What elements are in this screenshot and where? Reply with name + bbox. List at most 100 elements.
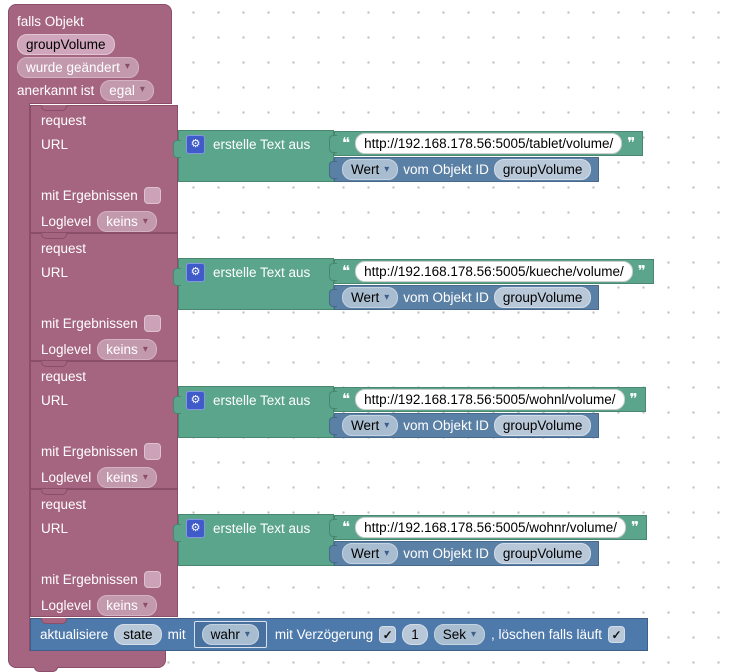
value-type-dropdown[interactable]: Wert ▾ xyxy=(342,543,399,564)
stack-notch xyxy=(41,105,67,111)
update-state-block[interactable]: aktualisiere state mit wahr ▾ mit Verzög… xyxy=(30,618,648,651)
request-url-label: URL xyxy=(41,137,69,152)
value-type-dropdown[interactable]: Wert ▾ xyxy=(342,415,399,436)
stack-notch xyxy=(41,618,67,624)
loglevel-dropdown[interactable]: keins ▾ xyxy=(97,467,157,488)
request-loglevel-label: Loglevel xyxy=(41,470,92,485)
delay-checkbox[interactable]: ✓ xyxy=(379,626,397,643)
delay-unit-dropdown[interactable]: Sek ▾ xyxy=(433,624,485,645)
request-group: request URL mit Ergebnissen Loglevel kei… xyxy=(0,233,736,361)
results-checkbox[interactable] xyxy=(143,571,161,588)
trigger-block-foot[interactable] xyxy=(8,651,166,668)
request-label: request xyxy=(41,497,87,512)
trigger-title: falls Objekt xyxy=(17,13,84,29)
update-state-field[interactable]: state xyxy=(114,624,162,645)
results-checkbox[interactable] xyxy=(143,443,161,460)
text-join-block[interactable]: ⚙ erstelle Text aus xyxy=(173,258,334,310)
results-checkbox[interactable] xyxy=(143,187,161,204)
get-value-block[interactable]: Wert ▾ vom Objekt ID groupVolume xyxy=(329,157,600,182)
text-join-label: erstelle Text aus xyxy=(213,393,311,408)
get-value-block[interactable]: Wert ▾ vom Objekt ID groupVolume xyxy=(329,285,600,310)
request-results-label: mit Ergebnissen xyxy=(41,316,138,331)
trigger-ack-dropdown[interactable]: egal ▾ xyxy=(100,79,154,101)
request-loglevel-label: Loglevel xyxy=(41,598,92,613)
open-quote-icon: ❝ xyxy=(342,519,351,536)
request-group: request URL mit Ergebnissen Loglevel kei… xyxy=(0,489,736,617)
clear-checkbox[interactable]: ✓ xyxy=(608,626,626,643)
value-object-id-field[interactable]: groupVolume xyxy=(493,159,592,180)
request-block[interactable]: request URL mit Ergebnissen Loglevel kei… xyxy=(30,105,178,233)
gear-icon[interactable]: ⚙ xyxy=(186,391,205,410)
connector-tab xyxy=(173,268,181,286)
chevron-down-icon: ▾ xyxy=(139,84,145,95)
request-loglevel-label: Loglevel xyxy=(41,214,92,229)
logic-value-block[interactable]: wahr ▾ xyxy=(193,621,267,648)
chevron-down-icon: ▾ xyxy=(384,291,390,303)
open-quote-icon: ❝ xyxy=(342,135,351,152)
blockly-workspace: falls Objekt groupVolume wurde geändert … xyxy=(0,0,736,672)
trigger-block-bottom-tab xyxy=(34,667,58,672)
value-type-dropdown[interactable]: Wert ▾ xyxy=(342,287,399,308)
request-results-label: mit Ergebnissen xyxy=(41,444,138,459)
request-block[interactable]: request URL mit Ergebnissen Loglevel kei… xyxy=(30,233,178,361)
results-checkbox[interactable] xyxy=(143,315,161,332)
close-quote-icon: ❞ xyxy=(629,391,638,408)
open-quote-icon: ❝ xyxy=(342,391,351,408)
value-type-dropdown[interactable]: Wert ▾ xyxy=(342,159,399,180)
close-quote-icon: ❞ xyxy=(631,519,640,536)
loglevel-dropdown[interactable]: keins ▾ xyxy=(97,595,157,616)
connector-tab xyxy=(329,263,337,281)
open-quote-icon: ❝ xyxy=(342,263,351,280)
get-value-block[interactable]: Wert ▾ vom Objekt ID groupVolume xyxy=(329,413,600,438)
get-value-block[interactable]: Wert ▾ vom Objekt ID groupVolume xyxy=(329,541,600,566)
gear-icon[interactable]: ⚙ xyxy=(186,519,205,538)
request-block[interactable]: request URL mit Ergebnissen Loglevel kei… xyxy=(30,361,178,489)
url-input[interactable]: http://192.168.178.56:5005/tablet/volume… xyxy=(355,133,623,154)
text-string-block[interactable]: ❝ http://192.168.178.56:5005/wohnr/volum… xyxy=(329,515,648,540)
logic-value-dropdown[interactable]: wahr ▾ xyxy=(201,624,259,645)
text-join-block[interactable]: ⚙ erstelle Text aus xyxy=(173,514,334,566)
stack-notch xyxy=(41,361,67,367)
loglevel-dropdown[interactable]: keins ▾ xyxy=(97,339,157,360)
trigger-block-header[interactable]: falls Objekt groupVolume wurde geändert … xyxy=(8,4,172,104)
trigger-change-dropdown[interactable]: wurde geändert ▾ xyxy=(17,56,139,78)
text-join-block[interactable]: ⚙ erstelle Text aus xyxy=(173,130,334,182)
text-string-block[interactable]: ❝ http://192.168.178.56:5005/wohnl/volum… xyxy=(329,387,646,412)
value-object-id-field[interactable]: groupVolume xyxy=(493,415,592,436)
request-results-label: mit Ergebnissen xyxy=(41,188,138,203)
value-object-id-field[interactable]: groupVolume xyxy=(493,543,592,564)
connector-tab xyxy=(173,140,181,158)
request-label: request xyxy=(41,369,87,384)
url-input[interactable]: http://192.168.178.56:5005/wohnr/volume/ xyxy=(355,517,627,538)
connector-tab xyxy=(173,396,181,414)
gear-icon[interactable]: ⚙ xyxy=(186,263,205,282)
connector-tab xyxy=(329,391,337,409)
chevron-down-icon: ▾ xyxy=(142,215,148,227)
text-join-label: erstelle Text aus xyxy=(213,137,311,152)
request-label: request xyxy=(41,241,87,256)
chevron-down-icon: ▾ xyxy=(142,471,148,483)
request-block[interactable]: request URL mit Ergebnissen Loglevel kei… xyxy=(30,489,178,617)
text-join-label: erstelle Text aus xyxy=(213,265,311,280)
connector-tab xyxy=(329,135,337,153)
request-label: request xyxy=(41,113,87,128)
trigger-object-id-field[interactable]: groupVolume xyxy=(17,33,115,55)
value-object-id-field[interactable]: groupVolume xyxy=(493,287,592,308)
text-string-block[interactable]: ❝ http://192.168.178.56:5005/kueche/volu… xyxy=(329,259,654,284)
request-loglevel-label: Loglevel xyxy=(41,342,92,357)
trigger-object-id-value: groupVolume xyxy=(26,36,106,52)
loglevel-dropdown[interactable]: keins ▾ xyxy=(97,211,157,232)
request-group: request URL mit Ergebnissen Loglevel kei… xyxy=(0,361,736,489)
gear-icon[interactable]: ⚙ xyxy=(186,135,205,154)
connector-tab xyxy=(329,161,337,179)
get-value-label: vom Objekt ID xyxy=(403,546,489,561)
text-join-block[interactable]: ⚙ erstelle Text aus xyxy=(173,386,334,438)
delay-value-field[interactable]: 1 xyxy=(402,624,428,645)
url-input[interactable]: http://192.168.178.56:5005/wohnl/volume/ xyxy=(355,389,625,410)
get-value-label: vom Objekt ID xyxy=(403,418,489,433)
request-group: request URL mit Ergebnissen Loglevel kei… xyxy=(0,105,736,233)
url-input[interactable]: http://192.168.178.56:5005/kueche/volume… xyxy=(355,261,633,282)
text-string-block[interactable]: ❝ http://192.168.178.56:5005/tablet/volu… xyxy=(329,131,644,156)
connector-tab xyxy=(173,524,181,542)
request-url-label: URL xyxy=(41,393,69,408)
